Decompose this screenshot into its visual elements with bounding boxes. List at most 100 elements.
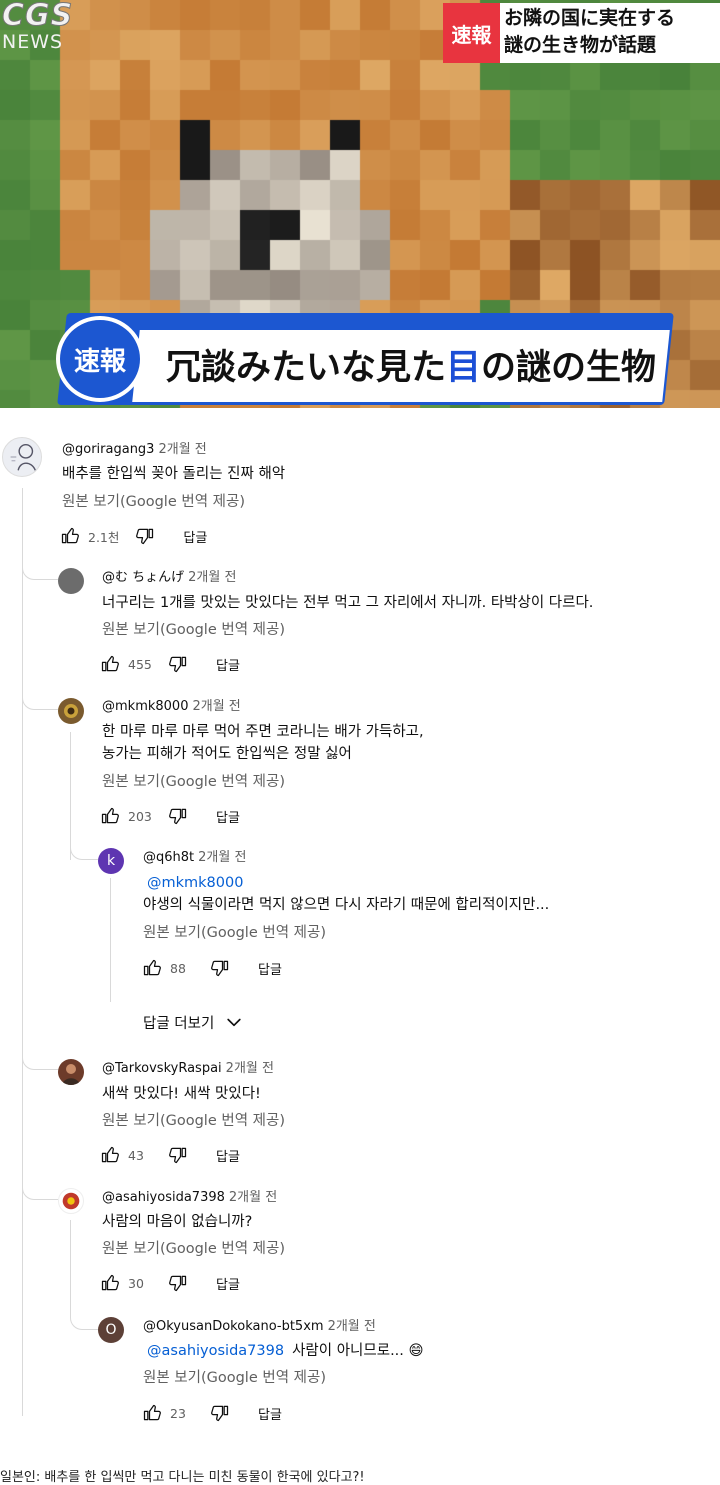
like-button[interactable] xyxy=(142,1403,162,1423)
like-button[interactable] xyxy=(100,654,120,674)
thumbs-up-icon xyxy=(101,1274,119,1291)
breaking-badge-top: 速報 xyxy=(443,3,500,63)
thumbs-down-icon xyxy=(169,1147,187,1164)
dislike-button[interactable] xyxy=(168,1273,188,1293)
dislike-button[interactable] xyxy=(168,654,188,674)
comment-meta: @q6h8t 2개월 전 xyxy=(143,849,246,867)
comment-author[interactable]: @む ちょんげ xyxy=(102,570,184,585)
like-button[interactable] xyxy=(100,1145,120,1165)
comment-time[interactable]: 2개월 전 xyxy=(226,1061,274,1076)
reply-button[interactable]: 답글 xyxy=(183,527,207,546)
dislike-button[interactable] xyxy=(210,1403,230,1423)
dislike-button[interactable] xyxy=(168,806,188,826)
thumbs-down-icon xyxy=(169,1275,187,1292)
reply-button[interactable]: 답글 xyxy=(258,1404,282,1423)
portrait-avatar-icon xyxy=(62,1064,80,1085)
comment-actions: 88 답글 xyxy=(142,956,282,980)
comment-meta: @む ちょんげ 2개월 전 xyxy=(102,569,236,587)
flower-avatar-icon xyxy=(62,1192,80,1210)
logo-bottom-text: NEWS xyxy=(2,31,64,53)
like-button[interactable] xyxy=(60,526,80,546)
thread-hook xyxy=(22,558,58,580)
comment-time[interactable]: 2개월 전 xyxy=(229,1190,277,1205)
comment-line: 농가는 피해가 적어도 한입씩은 정말 싫어 xyxy=(102,746,352,762)
comment-actions: 23 답글 xyxy=(142,1401,282,1425)
comment-time[interactable]: 2개월 전 xyxy=(328,1319,376,1334)
like-button[interactable] xyxy=(142,958,162,978)
thumbs-up-icon xyxy=(101,807,119,824)
comment-meta: @TarkovskyRaspai 2개월 전 xyxy=(102,1060,274,1078)
avatar[interactable]: k xyxy=(98,848,124,874)
thumbs-up-icon xyxy=(143,1404,161,1421)
headline-top: お隣の国に実在する 謎の生き物が話題 xyxy=(500,3,720,63)
reply-button[interactable]: 답글 xyxy=(216,807,240,826)
comment-author[interactable]: @goriragang3 xyxy=(62,442,154,457)
like-count: 23 xyxy=(170,1405,186,1421)
avatar[interactable] xyxy=(2,437,42,477)
comment-actions: 2.1천 답글 xyxy=(60,524,207,548)
like-button[interactable] xyxy=(100,1273,120,1293)
comment-author[interactable]: @mkmk8000 xyxy=(102,699,188,714)
thumbs-down-icon xyxy=(136,528,154,545)
comment-time[interactable]: 2개월 전 xyxy=(158,442,206,457)
view-original-link[interactable]: 원본 보기(Google 번역 제공) xyxy=(102,772,285,792)
reply-button[interactable]: 답글 xyxy=(216,655,240,674)
avatar[interactable]: O xyxy=(98,1317,124,1343)
comment-meta: @goriragang3 2개월 전 xyxy=(62,441,207,459)
video-thumbnail[interactable]: CGS NEWS 速報 お隣の国に実在する 謎の生き物が話題 速報 冗談みたいな… xyxy=(0,0,720,408)
comment-author[interactable]: @q6h8t xyxy=(143,850,194,865)
comment-line: 너구리는 1개를 맛있는 맛있다는 전부 먹고 그 자리에서 자니까. 타박상이… xyxy=(102,595,594,611)
comment-time[interactable]: 2개월 전 xyxy=(192,699,240,714)
comment-author[interactable]: @TarkovskyRaspai xyxy=(102,1061,222,1076)
view-original-link[interactable]: 원본 보기(Google 번역 제공) xyxy=(143,1368,326,1388)
logo-top-text: CGS xyxy=(2,0,74,33)
comment-actions: 455 답글 xyxy=(100,652,240,676)
thread-hook xyxy=(70,838,98,860)
banner-text-part2: の謎の生物 xyxy=(481,348,657,388)
view-original-link[interactable]: 원본 보기(Google 번역 제공) xyxy=(102,620,285,640)
more-replies-button[interactable]: 답글 더보기 xyxy=(143,1010,244,1034)
comment-text: @asahiyosida7398 사람이 아니므로... 😄 xyxy=(143,1340,424,1362)
thumbs-up-icon xyxy=(143,959,161,976)
comment-actions: 203 답글 xyxy=(100,804,240,828)
like-button[interactable] xyxy=(100,806,120,826)
like-count: 203 xyxy=(128,808,152,824)
banner-text-part1: 冗談みたいな見た xyxy=(166,348,447,388)
view-original-link[interactable]: 원본 보기(Google 번역 제공) xyxy=(102,1111,285,1131)
reply-button[interactable]: 답글 xyxy=(258,959,282,978)
reply-button[interactable]: 답글 xyxy=(216,1274,240,1293)
thumbs-down-icon xyxy=(211,960,229,977)
comment-time[interactable]: 2개월 전 xyxy=(188,570,236,585)
comment-line: 배추를 한입씩 꽂아 돌리는 진짜 해악 xyxy=(62,466,286,482)
avatar[interactable] xyxy=(58,568,84,594)
dislike-button[interactable] xyxy=(210,958,230,978)
caption-text: 일본인: 배추를 한 입씩만 먹고 다니는 미친 동물이 한국에 있다고?! xyxy=(0,1470,365,1485)
comment-text: 새싹 맛있다! 새싹 맛있다! xyxy=(102,1083,261,1105)
reply-button[interactable]: 답글 xyxy=(216,1146,240,1165)
comment-text: 너구리는 1개를 맛있는 맛있다는 전부 먹고 그 자리에서 자니까. 타박상이… xyxy=(102,592,593,614)
view-original-link[interactable]: 원본 보기(Google 번역 제공) xyxy=(62,492,245,512)
comment-actions: 30 답글 xyxy=(100,1271,240,1295)
dislike-button[interactable] xyxy=(168,1145,188,1165)
like-count: 88 xyxy=(170,960,186,976)
mention-link[interactable]: @asahiyosida7398 xyxy=(143,1343,284,1359)
comment-line: 야생의 식물이라면 먹지 않으면 다시 자라기 때문에 합리적이지만... xyxy=(143,897,550,913)
mention-link[interactable]: @mkmk8000 xyxy=(143,872,549,894)
comment-author[interactable]: @asahiyosida7398 xyxy=(102,1190,225,1205)
thumbs-up-icon xyxy=(101,1146,119,1163)
comment-time[interactable]: 2개월 전 xyxy=(198,850,246,865)
comment-author[interactable]: @OkyusanDokokano-bt5xm xyxy=(143,1319,324,1334)
view-original-link[interactable]: 원본 보기(Google 번역 제공) xyxy=(143,923,326,943)
avatar[interactable] xyxy=(58,1059,84,1085)
thumbs-down-icon xyxy=(169,656,187,673)
avatar[interactable] xyxy=(58,1188,84,1214)
view-original-link[interactable]: 원본 보기(Google 번역 제공) xyxy=(102,1239,285,1259)
comment-meta: @OkyusanDokokano-bt5xm 2개월 전 xyxy=(143,1318,376,1336)
comment-text: 배추를 한입씩 꽂아 돌리는 진짜 해악 xyxy=(62,463,285,485)
more-replies-label: 답글 더보기 xyxy=(143,1015,215,1032)
thread-hook xyxy=(70,1286,98,1330)
avatar[interactable] xyxy=(58,698,84,724)
cgs-news-logo: CGS NEWS xyxy=(2,0,102,56)
thread-line-main xyxy=(22,488,23,1416)
dislike-button[interactable] xyxy=(135,526,155,546)
